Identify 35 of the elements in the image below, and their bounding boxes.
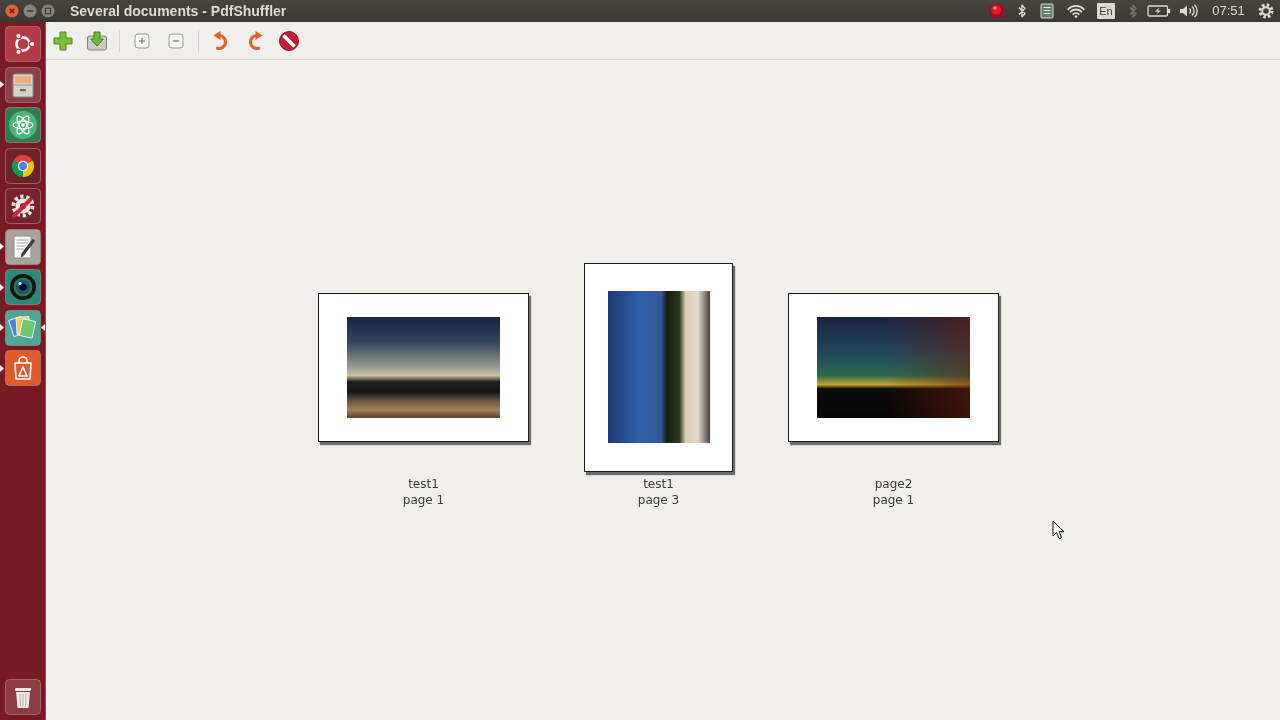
clock[interactable]: 07:51 — [1212, 3, 1245, 19]
document-name: page2 — [874, 476, 913, 492]
stacked-pages-icon[interactable] — [4, 309, 41, 346]
page-thumbnail[interactable] — [318, 292, 529, 442]
record-icon[interactable] — [989, 3, 1005, 19]
document-name: test1 — [643, 476, 674, 492]
shopping-bag-icon[interactable] — [4, 350, 41, 386]
plus-icon — [52, 29, 74, 52]
close-button[interactable] — [5, 4, 19, 18]
page-number: page 1 — [402, 492, 445, 508]
page-number: page 3 — [637, 492, 680, 508]
page-number: page 1 — [872, 492, 915, 508]
tray-arrow-icon — [86, 29, 108, 52]
atom-icon[interactable] — [4, 107, 41, 143]
page-thumbnail[interactable] — [788, 292, 999, 442]
notes-icon[interactable] — [1040, 3, 1054, 19]
minimize-button[interactable] — [23, 4, 37, 18]
keyboard-layout-indicator[interactable]: En — [1097, 3, 1115, 19]
trash-icon[interactable] — [4, 679, 41, 715]
mouse-pointer-icon — [1052, 520, 1065, 540]
paper-pencil-icon[interactable] — [4, 228, 41, 265]
gear-wrench-icon[interactable] — [4, 188, 41, 224]
maximize-button[interactable] — [41, 4, 55, 18]
document-name: test1 — [408, 476, 439, 492]
bluetooth-icon[interactable] — [1016, 3, 1027, 19]
wifi-icon[interactable] — [1066, 4, 1086, 18]
circle-logo-icon[interactable] — [4, 26, 41, 62]
camera-lens-icon[interactable] — [4, 269, 41, 305]
battery-charging-icon[interactable] — [1146, 5, 1171, 17]
no-entry-icon — [278, 29, 300, 52]
window-title: Several documents - PdfShuffler — [70, 2, 287, 21]
gear-icon[interactable] — [1257, 3, 1274, 19]
file-cabinet-icon[interactable] — [4, 66, 41, 103]
page-thumbnail[interactable] — [584, 262, 733, 472]
volume-icon[interactable] — [1179, 4, 1199, 18]
